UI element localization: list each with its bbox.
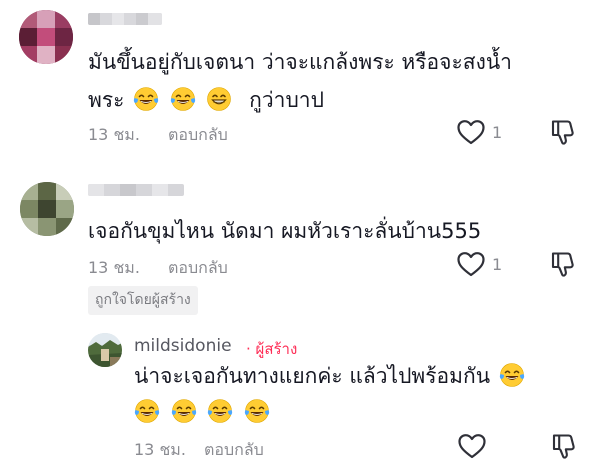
reply-button[interactable]: ตอบกลับ [204, 438, 264, 463]
heart-icon[interactable] [457, 432, 487, 460]
avatar[interactable] [19, 10, 73, 64]
reply-button[interactable]: ตอบกลับ [168, 123, 228, 148]
reply-item: mildsidonie · ผู้สร้าง น่าจะเจอกันทางแยก… [0, 328, 600, 472]
reply-timestamp: 13 ชม. [134, 440, 186, 459]
comment-text: เจอกันขุมไหน นัดมา ผมหัวเราะลั่นบ้าน555 [88, 219, 482, 243]
reply-text: น่าจะเจอกันทางแยกค่ะ แล้วไปพร้อมกัน [134, 364, 491, 388]
like-count: 1 [492, 255, 503, 274]
liked-by-creator-badge: ถูกใจโดยผู้สร้าง [88, 286, 198, 315]
avatar[interactable] [88, 333, 122, 367]
reply-button[interactable]: ตอบกลับ [168, 256, 228, 281]
comment-text-line: เจอกันขุมไหน นัดมา ผมหัวเราะลั่นบ้าน555 [88, 215, 481, 248]
username-blurred[interactable] [88, 184, 184, 196]
comment-text: พระ [88, 88, 125, 112]
comment-text-line: พระ กูว่าบาป [88, 84, 324, 117]
like-count: 1 [492, 123, 503, 142]
face-with-tears-of-joy-emoji [134, 398, 160, 424]
face-with-tears-of-joy-emoji [207, 398, 233, 424]
comment-item: เจอกันขุมไหน นัดมา ผมหัวเราะลั่นบ้าน555 … [0, 170, 600, 315]
face-with-tears-of-joy-emoji [171, 398, 197, 424]
comment-item: มันขึ้นอยู่กับเจตนา ว่าจะแกล้งพระ หรือจะ… [0, 0, 600, 160]
grinning-face-emoji [206, 86, 232, 112]
comment-text: มันขึ้นอยู่กับเจตนา ว่าจะแกล้งพระ หรือจะ… [88, 50, 512, 74]
dislike-icon[interactable] [550, 118, 576, 146]
reply-username[interactable]: mildsidonie [134, 336, 232, 356]
dislike-icon[interactable] [551, 432, 577, 460]
comment-timestamp: 13 ชม. [88, 258, 140, 277]
comment-timestamp: 13 ชม. [88, 125, 140, 144]
avatar[interactable] [20, 182, 74, 236]
face-with-tears-of-joy-emoji [133, 86, 159, 112]
comment-text: กูว่าบาป [249, 88, 324, 112]
comment-text-line: มันขึ้นอยู่กับเจตนา ว่าจะแกล้งพระ หรือจะ… [88, 46, 512, 79]
heart-icon[interactable] [456, 250, 486, 278]
heart-icon[interactable] [456, 118, 486, 146]
face-with-tears-of-joy-emoji [244, 398, 270, 424]
face-with-tears-of-joy-emoji [170, 86, 196, 112]
dislike-icon[interactable] [550, 250, 576, 278]
reply-text-line [132, 396, 272, 429]
reply-text-line: น่าจะเจอกันทางแยกค่ะ แล้วไปพร้อมกัน [134, 360, 527, 393]
face-with-tears-of-joy-emoji [499, 362, 525, 388]
username-blurred[interactable] [88, 13, 162, 25]
creator-tag: · ผู้สร้าง [246, 340, 298, 358]
